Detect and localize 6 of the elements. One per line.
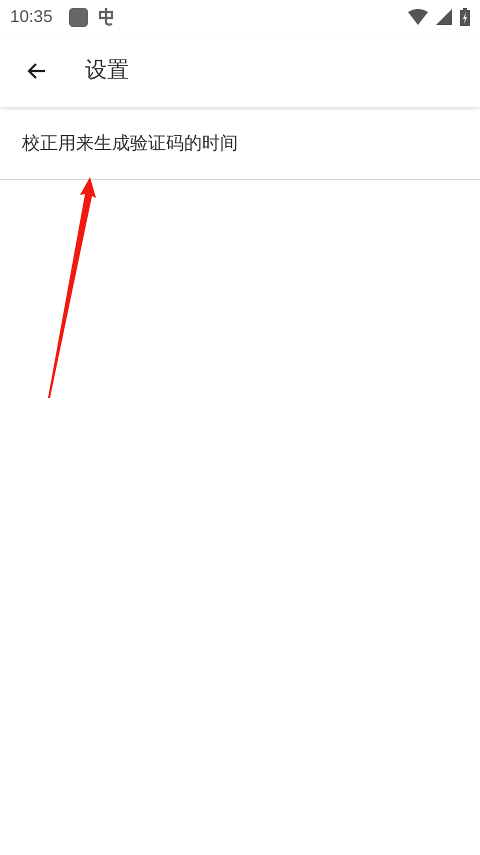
app-notification-icon bbox=[68, 8, 88, 26]
signal-icon bbox=[436, 9, 452, 25]
wifi-icon bbox=[408, 9, 428, 25]
status-time: 10:35 bbox=[10, 6, 53, 28]
toolbar-title: 设置 bbox=[85, 57, 129, 85]
battery-icon bbox=[460, 8, 470, 26]
